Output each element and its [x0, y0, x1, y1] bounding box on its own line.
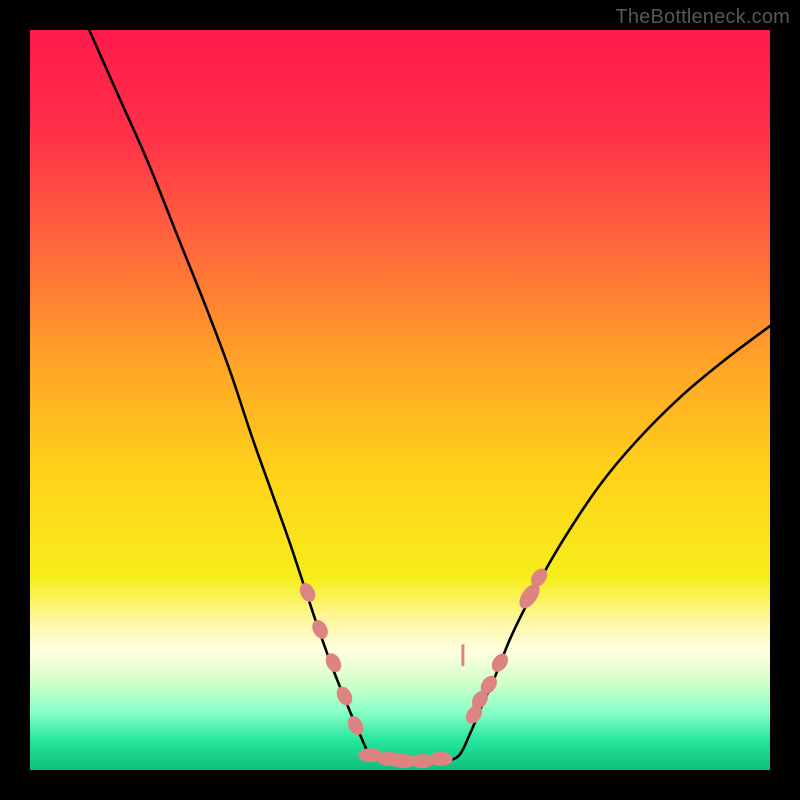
plot-svg	[30, 30, 770, 770]
marker-tick	[461, 644, 464, 666]
marker-bottom-bridge	[378, 754, 414, 767]
chart-stage: TheBottleneck.com	[0, 0, 800, 800]
watermark-text: TheBottleneck.com	[615, 6, 790, 29]
plot-area	[30, 30, 770, 770]
marker-bottom-4	[429, 752, 453, 766]
heat-gradient	[30, 30, 770, 770]
